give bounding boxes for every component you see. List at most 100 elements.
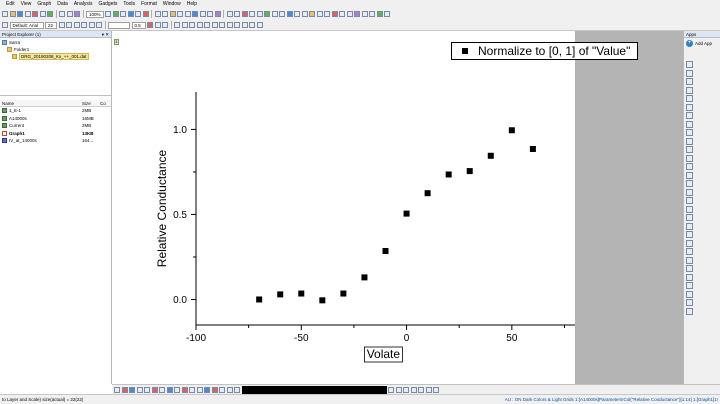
- lock-icon[interactable]: [686, 265, 693, 272]
- bottom-tool-2-icon[interactable]: [121, 386, 128, 393]
- menu-data[interactable]: Data: [57, 1, 68, 7]
- bottom-tool-15-icon[interactable]: [219, 386, 225, 393]
- symbol-color-icon[interactable]: [189, 22, 195, 28]
- fill-area-icon[interactable]: [686, 171, 693, 179]
- export-page-icon[interactable]: [686, 273, 693, 281]
- underline-icon[interactable]: [73, 22, 80, 28]
- results-log-icon[interactable]: [120, 11, 127, 17]
- save-icon[interactable]: [17, 11, 23, 17]
- swap-icon[interactable]: [686, 239, 693, 247]
- contour-icon[interactable]: [339, 11, 346, 17]
- menu-tools[interactable]: Tools: [123, 1, 135, 7]
- legend[interactable]: Normalize to [0, 1] of "Value": [451, 42, 638, 60]
- bottom-tool-11-icon[interactable]: [189, 386, 195, 393]
- superscript-icon[interactable]: [81, 22, 87, 28]
- pan-icon[interactable]: [301, 11, 308, 17]
- tree-item[interactable]: Sarra: [2, 39, 109, 46]
- rectangle-tool-icon[interactable]: [256, 11, 263, 17]
- spacing-icon[interactable]: [686, 222, 693, 230]
- error-bar-icon[interactable]: [686, 146, 693, 153]
- bottom-tool-3-icon[interactable]: [129, 386, 135, 393]
- bottom-tool-12-icon[interactable]: [196, 386, 203, 393]
- bar-plot-icon[interactable]: [316, 11, 323, 17]
- axis-icon[interactable]: [184, 11, 191, 17]
- tree-item[interactable]: DRG_20190208_Kx_++_001.dat: [2, 53, 109, 60]
- colorbar-icon[interactable]: [686, 205, 693, 213]
- add-layer-icon[interactable]: [154, 11, 161, 17]
- symbol-icon[interactable]: [686, 137, 693, 145]
- bottom-tool-9-icon[interactable]: [174, 386, 180, 393]
- ungroup-icon[interactable]: [256, 22, 263, 28]
- menu-edit[interactable]: Edit: [6, 1, 15, 7]
- rescale-y-icon[interactable]: [686, 95, 693, 102]
- decrease-font-icon[interactable]: [204, 22, 210, 28]
- arrow-tool-icon[interactable]: [241, 11, 248, 17]
- box-chart-icon[interactable]: [361, 11, 368, 17]
- align-right-icon[interactable]: [226, 22, 233, 28]
- menu-help[interactable]: Help: [187, 1, 197, 7]
- plot-details-icon[interactable]: [686, 188, 693, 196]
- project-explorer-icon[interactable]: [142, 11, 149, 17]
- font-select[interactable]: Default: Arial: [9, 21, 44, 29]
- new-project-icon[interactable]: [2, 11, 8, 17]
- symbol-size-icon[interactable]: [181, 22, 188, 28]
- bottom-tool-19-icon[interactable]: [395, 386, 402, 393]
- back-icon[interactable]: [241, 22, 248, 28]
- bottom-tool-16-icon[interactable]: [226, 386, 233, 393]
- offset-icon[interactable]: [686, 231, 693, 238]
- file-row[interactable]: A14000s 16MB: [0, 115, 111, 123]
- rescale-x-icon[interactable]: [686, 86, 693, 94]
- bottom-tool-14-icon[interactable]: [211, 386, 218, 393]
- pie-chart-icon[interactable]: [354, 11, 361, 17]
- bottom-tool-10-icon[interactable]: [181, 386, 188, 393]
- mask-icon[interactable]: [271, 11, 278, 17]
- drop-line-icon[interactable]: [686, 163, 693, 170]
- text-color-icon[interactable]: [2, 22, 8, 28]
- layer-management-icon[interactable]: [169, 11, 176, 17]
- flip-icon[interactable]: [686, 248, 693, 255]
- greek-icon[interactable]: [96, 22, 102, 28]
- settings-icon[interactable]: [686, 290, 693, 298]
- import-icon[interactable]: [47, 11, 53, 17]
- color-strip[interactable]: [241, 385, 387, 394]
- bottom-tool-1-icon[interactable]: [114, 386, 120, 393]
- bottom-tool-5-icon[interactable]: [144, 386, 150, 393]
- annotation-icon[interactable]: [286, 11, 293, 17]
- front-icon[interactable]: [234, 22, 240, 28]
- bottom-tool-4-icon[interactable]: [136, 386, 143, 393]
- bottom-tool-7-icon[interactable]: [159, 386, 165, 393]
- bottom-tool-20-icon[interactable]: [403, 386, 409, 393]
- legend-icon[interactable]: [177, 11, 184, 17]
- zoom-select[interactable]: 100%: [86, 10, 104, 18]
- zoom-panel-icon[interactable]: [294, 11, 301, 17]
- bottom-tool-13-icon[interactable]: [204, 386, 210, 393]
- line-style-select[interactable]: [108, 21, 130, 29]
- new-matrix-icon[interactable]: [39, 11, 46, 17]
- column-header-name[interactable]: Name: [0, 100, 82, 106]
- line-plot-icon[interactable]: [331, 11, 338, 17]
- menu-window[interactable]: Window: [163, 1, 181, 7]
- column-header-comments[interactable]: Co: [100, 100, 111, 106]
- 3d-plot-icon[interactable]: [346, 11, 353, 17]
- file-row[interactable]: IV_at_14000s 164...: [0, 137, 111, 145]
- pattern-icon[interactable]: [162, 22, 168, 28]
- data-reader-icon[interactable]: [192, 11, 199, 17]
- new-graph-icon[interactable]: [32, 11, 38, 17]
- file-row[interactable]: Graph1 13KB: [0, 130, 111, 138]
- file-row[interactable]: 1_E-1 2MB: [0, 107, 111, 115]
- refresh-icon[interactable]: [74, 11, 80, 17]
- merge-graph-icon[interactable]: [162, 11, 169, 17]
- clipboard-icon[interactable]: [686, 282, 693, 289]
- data-selector-icon[interactable]: [207, 11, 214, 17]
- color-map-icon[interactable]: [686, 197, 693, 204]
- column-header-size[interactable]: Size: [82, 100, 100, 106]
- scale-icon[interactable]: [686, 69, 693, 77]
- file-row[interactable]: Current 2MB: [0, 122, 111, 130]
- bottom-tool-18-icon[interactable]: [388, 386, 394, 393]
- code-builder-icon[interactable]: [135, 11, 142, 17]
- stack-icon[interactable]: [686, 180, 693, 187]
- line-color-icon[interactable]: [147, 22, 153, 28]
- polar-plot-icon[interactable]: [369, 11, 376, 17]
- bottom-tool-24-icon[interactable]: [433, 386, 439, 393]
- subscript-icon[interactable]: [88, 22, 95, 28]
